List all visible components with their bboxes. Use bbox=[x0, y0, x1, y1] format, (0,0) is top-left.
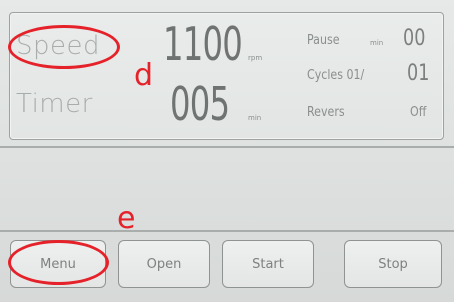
device-screen: Speed 1100 rpm Timer 005 min Pause min 0… bbox=[0, 0, 454, 302]
pause-value: 00 bbox=[403, 26, 426, 51]
highlight-ellipse-menu bbox=[8, 240, 109, 285]
start-button[interactable]: Start bbox=[222, 240, 314, 288]
revers-label: Revers bbox=[307, 105, 345, 120]
annotation-e: e bbox=[117, 201, 136, 236]
pause-unit: min bbox=[370, 39, 384, 47]
start-button-label: Start bbox=[252, 256, 284, 272]
cycles-value: 01 bbox=[407, 61, 430, 86]
revers-value: Off bbox=[410, 105, 427, 120]
speed-value: 1100 bbox=[163, 17, 243, 71]
cycles-label: Cycles 01/ bbox=[307, 68, 365, 83]
stop-button-label: Stop bbox=[378, 256, 408, 272]
pause-label: Pause bbox=[307, 33, 340, 48]
timer-unit: min bbox=[248, 114, 262, 122]
annotation-d: d bbox=[134, 58, 154, 93]
divider-upper bbox=[0, 146, 454, 148]
timer-value: 005 bbox=[170, 77, 230, 131]
highlight-ellipse-speed bbox=[8, 25, 120, 69]
divider-lower bbox=[0, 230, 454, 232]
speed-unit: rpm bbox=[248, 54, 263, 62]
stop-button[interactable]: Stop bbox=[344, 240, 442, 288]
timer-label: Timer bbox=[16, 89, 93, 119]
open-button[interactable]: Open bbox=[118, 240, 210, 288]
open-button-label: Open bbox=[146, 256, 182, 272]
